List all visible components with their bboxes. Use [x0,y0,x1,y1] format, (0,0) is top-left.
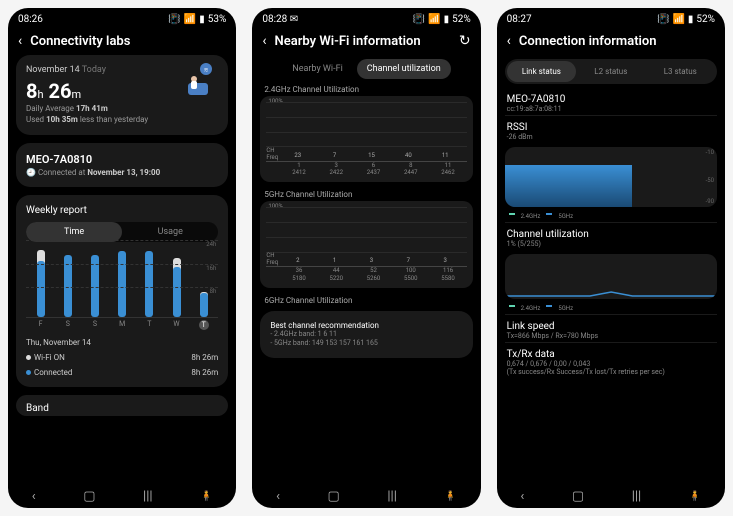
status-bar: 08:28 ✉ 📳 📶 ▮ 52% [252,8,480,27]
signal-icon: ▮ [444,14,450,25]
nav-recents-icon[interactable]: ||| [387,489,397,504]
tab-channel-util[interactable]: Channel utilization [357,59,451,79]
wifi-icon: 📶 [428,14,440,25]
page-title: Nearby Wi-Fi information [275,34,421,49]
screen-connection-info: 08:27 📳 📶 ▮ 52% ‹ Connection information… [497,8,725,508]
rssi-chart: -10 -50 -90 [505,147,717,207]
clock: 08:28 ✉ [262,14,298,25]
chart-5ghz: 100% CHFreq 2 1 3 7 3 365180 445220 5252… [260,201,472,287]
clock-icon: 🕘 [26,168,36,177]
weekly-title: Weekly report [26,205,218,216]
ssid-name: MEO-7A0810 [26,153,218,166]
clock: 08:27 [507,14,532,25]
weekly-bar-chart: 24h 16h 8h [26,248,218,318]
segmented-control: Time Usage [26,222,218,242]
legend-date: Thu, November 14 [26,338,218,347]
chutil-chart [505,254,717,299]
rec-title: Best channel recommendation [270,321,462,330]
nav-home-icon[interactable]: ▢ [328,489,340,504]
refresh-icon[interactable]: ↻ [459,33,471,49]
wifi-icon: 📶 [184,14,196,25]
screen-nearby-wifi: 08:28 ✉ 📳 📶 ▮ 52% ‹ Nearby Wi-Fi informa… [252,8,480,508]
nav-bar: ‹ ▢ ||| 🧍 [8,481,236,508]
chutil-section: Channel utilization 1% (5/255) [497,223,725,250]
band-card[interactable]: Band [16,395,228,416]
pill-link-status[interactable]: Link status [507,61,576,82]
header: ‹ Nearby Wi-Fi information ↻ [252,27,480,55]
status-bar: 08:26 📳 📶 ▮ 53% [8,8,236,27]
signal-icon: ▮ [688,14,694,25]
nav-accessibility-icon[interactable]: 🧍 [689,491,701,502]
back-icon[interactable]: ‹ [18,33,22,49]
wifi-icon: 📶 [672,14,684,25]
battery-text: 52% [696,14,715,25]
nav-home-icon[interactable]: ▢ [572,489,584,504]
nav-recents-icon[interactable]: ||| [632,489,642,504]
battery-text: 52% [452,14,471,25]
nav-back-icon[interactable]: ‹ [520,489,524,504]
back-icon[interactable]: ‹ [507,33,511,49]
svg-text:⩳: ⩳ [204,66,208,74]
rssi-section: RSSI -26 dBm [497,116,725,143]
ssid-card[interactable]: MEO-7A0810 🕘 Connected at November 13, 1… [16,143,228,187]
usage-summary-card: November 14 Today 8h 26m Daily Average 1… [16,55,228,135]
chart-24ghz: 100% CHFreq 23 7 15 40 11 12412 32422 62… [260,96,472,182]
seg-time[interactable]: Time [26,222,122,242]
nav-home-icon[interactable]: ▢ [83,489,95,504]
page-title: Connection information [519,34,657,49]
vibrate-icon: 📳 [413,14,425,25]
clock: 08:26 [18,14,43,25]
tab-nearby[interactable]: Nearby Wi-Fi [282,59,352,79]
txrx-section: Tx/Rx data 0,674 / 0,676 / 0,00 / 0,043 … [497,343,725,378]
chutil-legend: 2.4GHz 5GHz [497,303,725,314]
nav-back-icon[interactable]: ‹ [32,489,36,504]
signal-icon: ▮ [199,14,205,25]
sec-5-title: 5GHz Channel Utilization [260,188,472,201]
nav-accessibility-icon[interactable]: 🧍 [200,491,212,502]
rssi-legend: 2.4GHz 5GHz [497,211,725,222]
nav-recents-icon[interactable]: ||| [143,489,153,504]
recommendation-card: Best channel recommendation - 2.4GHz ban… [260,311,472,358]
nav-accessibility-icon[interactable]: 🧍 [444,491,456,502]
illustration-icon: ⩳ [176,61,216,101]
header: ‹ Connection information [497,27,725,55]
tabs: Nearby Wi-Fi Channel utilization [252,55,480,83]
sec-24-title: 2.4GHz Channel Utilization [260,83,472,96]
ssid-section: MEO-7A0810 cc:19:a8:7a:08:11 [497,88,725,115]
seg-usage[interactable]: Usage [122,222,218,242]
vibrate-icon: 📳 [657,14,669,25]
vibrate-icon: 📳 [168,14,180,25]
header: ‹ Connectivity labs [8,27,236,55]
screen-connectivity-labs: 08:26 📳 📶 ▮ 53% ‹ Connectivity labs Nove… [8,8,236,508]
pill-l2-status[interactable]: L2 status [576,61,645,82]
linkspeed-section: Link speed Tx=866 Mbps / Rx=780 Mbps [497,315,725,342]
weekly-report-card: Weekly report Time Usage 24h 16h 8h F S [16,195,228,387]
nav-back-icon[interactable]: ‹ [276,489,280,504]
page-title: Connectivity labs [30,34,130,49]
nav-bar: ‹ ▢ ||| 🧍 [252,481,480,508]
sec-6-title: 6GHz Channel Utilization [260,294,472,307]
battery-text: 53% [208,14,227,25]
pill-tabs: Link status L2 status L3 status [505,59,717,84]
back-icon[interactable]: ‹ [262,33,266,49]
status-bar: 08:27 📳 📶 ▮ 52% [497,8,725,27]
pill-l3-status[interactable]: L3 status [646,61,715,82]
nav-bar: ‹ ▢ ||| 🧍 [497,481,725,508]
